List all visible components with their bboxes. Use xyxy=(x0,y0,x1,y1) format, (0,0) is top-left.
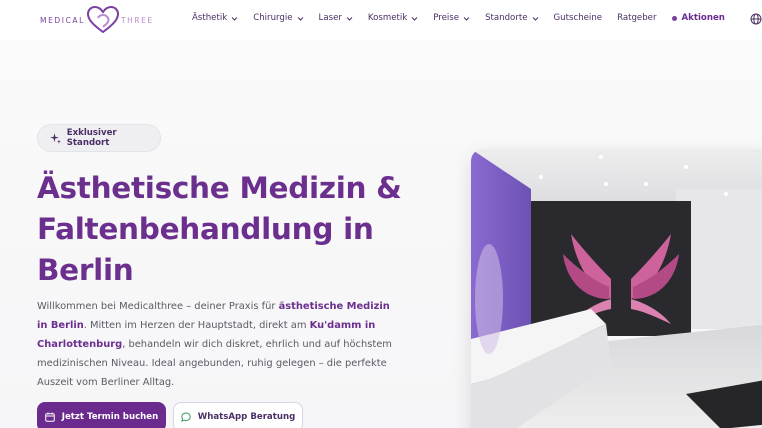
hero-headline: Ästhetische Medizin & Faltenbehandlung i… xyxy=(37,168,437,291)
nav-item-label: Standorte xyxy=(485,13,528,23)
chevron-down-icon xyxy=(231,16,238,21)
nav-item-label: Preise xyxy=(433,13,460,23)
calendar-icon xyxy=(45,412,55,422)
intro-part-1: Willkommen bei Medicalthree – deiner Pra… xyxy=(37,301,279,312)
nav-item-1[interactable]: Chirurgie xyxy=(253,13,303,23)
whatsapp-consultation-button[interactable]: WhatsApp Beratung xyxy=(173,402,303,428)
headline-line-3: Berlin xyxy=(37,253,134,287)
chevron-down-icon xyxy=(297,16,303,21)
chevron-down-icon xyxy=(463,16,470,21)
headline-line-2: Faltenbehandlung in xyxy=(37,212,374,246)
nav-item-label: Ratgeber xyxy=(617,13,657,23)
chevron-down-icon xyxy=(411,16,418,21)
nav-item-6[interactable]: Gutscheine xyxy=(554,13,603,23)
chevron-down-icon xyxy=(346,16,353,21)
nav-item-7[interactable]: Ratgeber xyxy=(617,13,656,23)
top-navigation: MEDICAL THREE Ästhetik Chirurgie Laser Kosm… xyxy=(0,0,762,40)
nav-item-label: Gutscheine xyxy=(553,13,603,23)
nav-item-2[interactable]: Laser xyxy=(319,13,353,23)
main-menu: Ästhetik Chirurgie Laser Kosmetik Preise Stan… xyxy=(192,13,725,23)
brand-logo[interactable]: MEDICAL THREE xyxy=(40,5,154,35)
nav-item-label: Ästhetik xyxy=(192,13,228,23)
location-badge: Exklusiver Standort xyxy=(37,124,161,152)
nav-item-label: Kosmetik xyxy=(367,13,408,23)
nav-item-5[interactable]: Standorte xyxy=(485,13,538,23)
chat-bubble-icon xyxy=(180,412,191,422)
nav-item-3[interactable]: Kosmetik xyxy=(368,13,418,23)
logo-text-right: THREE xyxy=(120,15,154,25)
nav-item-label: Chirurgie xyxy=(253,13,293,23)
chevron-down-icon xyxy=(532,16,538,21)
nav-item-aktionen[interactable]: Aktionen xyxy=(671,13,725,23)
sparkle-icon xyxy=(50,132,61,144)
nav-item-label: Aktionen xyxy=(681,13,725,23)
badge-label: Exklusiver Standort xyxy=(66,128,117,148)
heart-logo-icon xyxy=(86,5,119,34)
headline-line-1: Ästhetische Medizin & xyxy=(37,171,402,205)
nav-item-4[interactable]: Preise xyxy=(433,13,470,23)
book-appointment-label: Jetzt Termin buchen xyxy=(61,412,159,422)
hero-intro-text: Willkommen bei Medicalthree – deiner Pra… xyxy=(37,297,397,392)
clinic-interior-image xyxy=(471,149,762,428)
whatsapp-label: WhatsApp Beratung xyxy=(197,412,296,422)
nav-item-label: Laser xyxy=(318,13,342,23)
intro-part-2: . Mitten im Herzen der Hauptstadt, direk… xyxy=(83,320,310,331)
logo-text-left: MEDICAL xyxy=(40,15,85,25)
nav-item-0[interactable]: Ästhetik xyxy=(192,13,238,23)
book-appointment-button[interactable]: Jetzt Termin buchen xyxy=(37,402,166,428)
clinic-interior-illustration xyxy=(471,149,762,428)
globe-icon[interactable] xyxy=(750,13,762,25)
bullet-dot-icon xyxy=(671,15,677,21)
